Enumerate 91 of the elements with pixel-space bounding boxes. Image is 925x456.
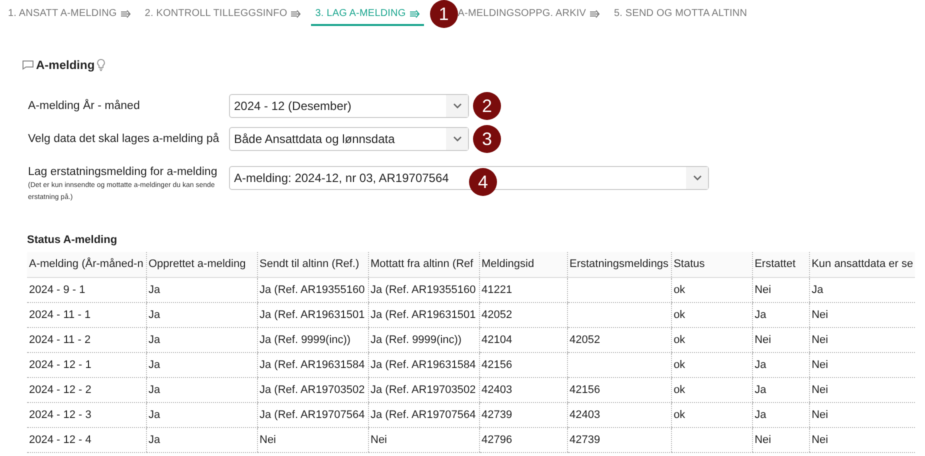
section-title: A-melding bbox=[36, 58, 95, 72]
column-header: Erstatningsmeldings bbox=[567, 252, 672, 277]
table-cell: Ja bbox=[146, 277, 257, 302]
tab[interactable]: 3. LAG A-MELDING bbox=[311, 6, 424, 26]
table-cell: Ja bbox=[146, 377, 257, 402]
table-cell: 42796 bbox=[479, 427, 567, 452]
table-cell: Ja bbox=[146, 327, 257, 352]
table-cell: 41221 bbox=[479, 277, 567, 302]
field-label: A-melding År - måned bbox=[28, 98, 141, 114]
table-cell: Ja (Ref. AR19631501 bbox=[368, 302, 479, 327]
table-cell: Ja (Ref. AR19631584 bbox=[257, 352, 368, 377]
table-cell: Ja (Ref. AR19707564 bbox=[368, 402, 479, 427]
tab[interactable]: 1. ANSATT A-MELDING bbox=[4, 6, 135, 26]
column-header: Status bbox=[671, 252, 752, 277]
message-icon bbox=[22, 60, 34, 70]
table-cell: 2024 - 9 - 1 bbox=[27, 277, 146, 302]
table-cell: ok bbox=[671, 377, 752, 402]
column-header: Kun ansattdata er se bbox=[809, 252, 916, 277]
field-label: Lag erstatningsmelding for a-melding bbox=[28, 165, 218, 180]
column-header: Erstattet bbox=[752, 252, 810, 277]
arrow-icon bbox=[291, 10, 302, 18]
table-cell: 42403 bbox=[479, 377, 567, 402]
table-cell: 2024 - 12 - 2 bbox=[27, 377, 146, 402]
dropdown[interactable]: 2024 - 12 (Desember) bbox=[229, 94, 469, 118]
chevron-down-icon bbox=[692, 175, 702, 181]
column-header: Sendt til altinn (Ref.) bbox=[257, 252, 368, 277]
chevron-down-icon bbox=[452, 136, 462, 142]
table-cell: Nei bbox=[752, 277, 810, 302]
dropdown[interactable]: Både Ansattdata og lønnsdata bbox=[229, 127, 469, 151]
table-cell: Ja bbox=[752, 352, 810, 377]
number-badge: 2 bbox=[473, 92, 501, 120]
table-cell: Ja bbox=[752, 377, 810, 402]
tab[interactable]: 5. SEND OG MOTTA ALTINN bbox=[610, 6, 752, 26]
table-cell: 42739 bbox=[567, 427, 672, 452]
table-cell: 2024 - 12 - 4 bbox=[27, 427, 146, 452]
table-cell: ok bbox=[671, 302, 752, 327]
table-cell: Nei bbox=[257, 427, 368, 452]
tab[interactable]: 2. KONTROLL TILLEGGSINFO bbox=[140, 6, 306, 26]
table-cell: Nei bbox=[809, 327, 916, 352]
table-cell: 2024 - 12 - 1 bbox=[27, 352, 146, 377]
table-cell: 2024 - 12 - 3 bbox=[27, 402, 146, 427]
table-cell: Ja (Ref. AR19631501 bbox=[257, 302, 368, 327]
column-header: Opprettet a-melding bbox=[146, 252, 257, 277]
table-cell: 42156 bbox=[479, 352, 567, 377]
table-cell: Ja bbox=[752, 402, 810, 427]
table-cell: Ja (Ref. AR19703502 bbox=[257, 377, 368, 402]
arrow-icon bbox=[590, 10, 600, 18]
table-cell: Nei bbox=[752, 427, 810, 452]
table-cell: Ja bbox=[146, 302, 257, 327]
column-header: Mottatt fra altinn (Ref bbox=[368, 252, 479, 277]
table-cell: Ja (Ref. AR19703502 bbox=[368, 377, 479, 402]
table-cell: ok bbox=[671, 277, 752, 302]
table-cell: 2024 - 11 - 2 bbox=[27, 327, 146, 352]
table-cell: ok bbox=[671, 327, 752, 352]
field-label: Velg data det skal lages a-melding på bbox=[28, 132, 220, 147]
table-cell: Nei bbox=[809, 352, 916, 377]
chevron-down-icon bbox=[452, 103, 462, 109]
table-cell: Ja (Ref. AR19631584 bbox=[368, 352, 479, 377]
table-cell: Ja bbox=[146, 402, 257, 427]
table-cell: 42156 bbox=[567, 377, 672, 402]
table-cell: Nei bbox=[368, 427, 479, 452]
table-cell: Ja (Ref. 9999(inc)) bbox=[257, 327, 368, 352]
table-cell: Ja bbox=[752, 302, 810, 327]
table-cell: Nei bbox=[752, 327, 810, 352]
table-cell: Nei bbox=[809, 427, 916, 452]
arrow-icon bbox=[120, 10, 131, 18]
table-cell: 42739 bbox=[479, 402, 567, 427]
table-cell: ok bbox=[671, 402, 752, 427]
table-cell: Nei bbox=[809, 302, 916, 327]
table-cell: Ja (Ref. AR19355160 bbox=[257, 277, 368, 302]
table-cell: 42052 bbox=[479, 302, 567, 327]
number-badge: 3 bbox=[473, 125, 501, 153]
table-cell: 2024 - 11 - 1 bbox=[27, 302, 146, 327]
table-cell: Ja (Ref. 9999(inc)) bbox=[368, 327, 479, 352]
table-cell: Ja (Ref. AR19355160 bbox=[368, 277, 479, 302]
table-cell: Ja bbox=[146, 352, 257, 377]
table-title: Status A-melding bbox=[27, 234, 118, 246]
table-cell: Nei bbox=[809, 377, 916, 402]
table-cell: 42104 bbox=[479, 327, 567, 352]
table-cell: Ja bbox=[809, 277, 916, 302]
column-header: A-melding (År-måned-n bbox=[27, 252, 146, 277]
table-cell: ok bbox=[671, 352, 752, 377]
table-cell: Ja bbox=[146, 427, 257, 452]
column-header: Meldingsid bbox=[479, 252, 567, 277]
table-cell: Ja (Ref. AR19707564 bbox=[257, 402, 368, 427]
table-cell: 42403 bbox=[567, 402, 672, 427]
table-cell: Nei bbox=[809, 402, 916, 427]
number-badge: 1 bbox=[430, 0, 458, 28]
arrow-icon bbox=[410, 10, 420, 18]
table-cell: 42052 bbox=[567, 327, 672, 352]
lightbulb-icon bbox=[96, 59, 105, 71]
